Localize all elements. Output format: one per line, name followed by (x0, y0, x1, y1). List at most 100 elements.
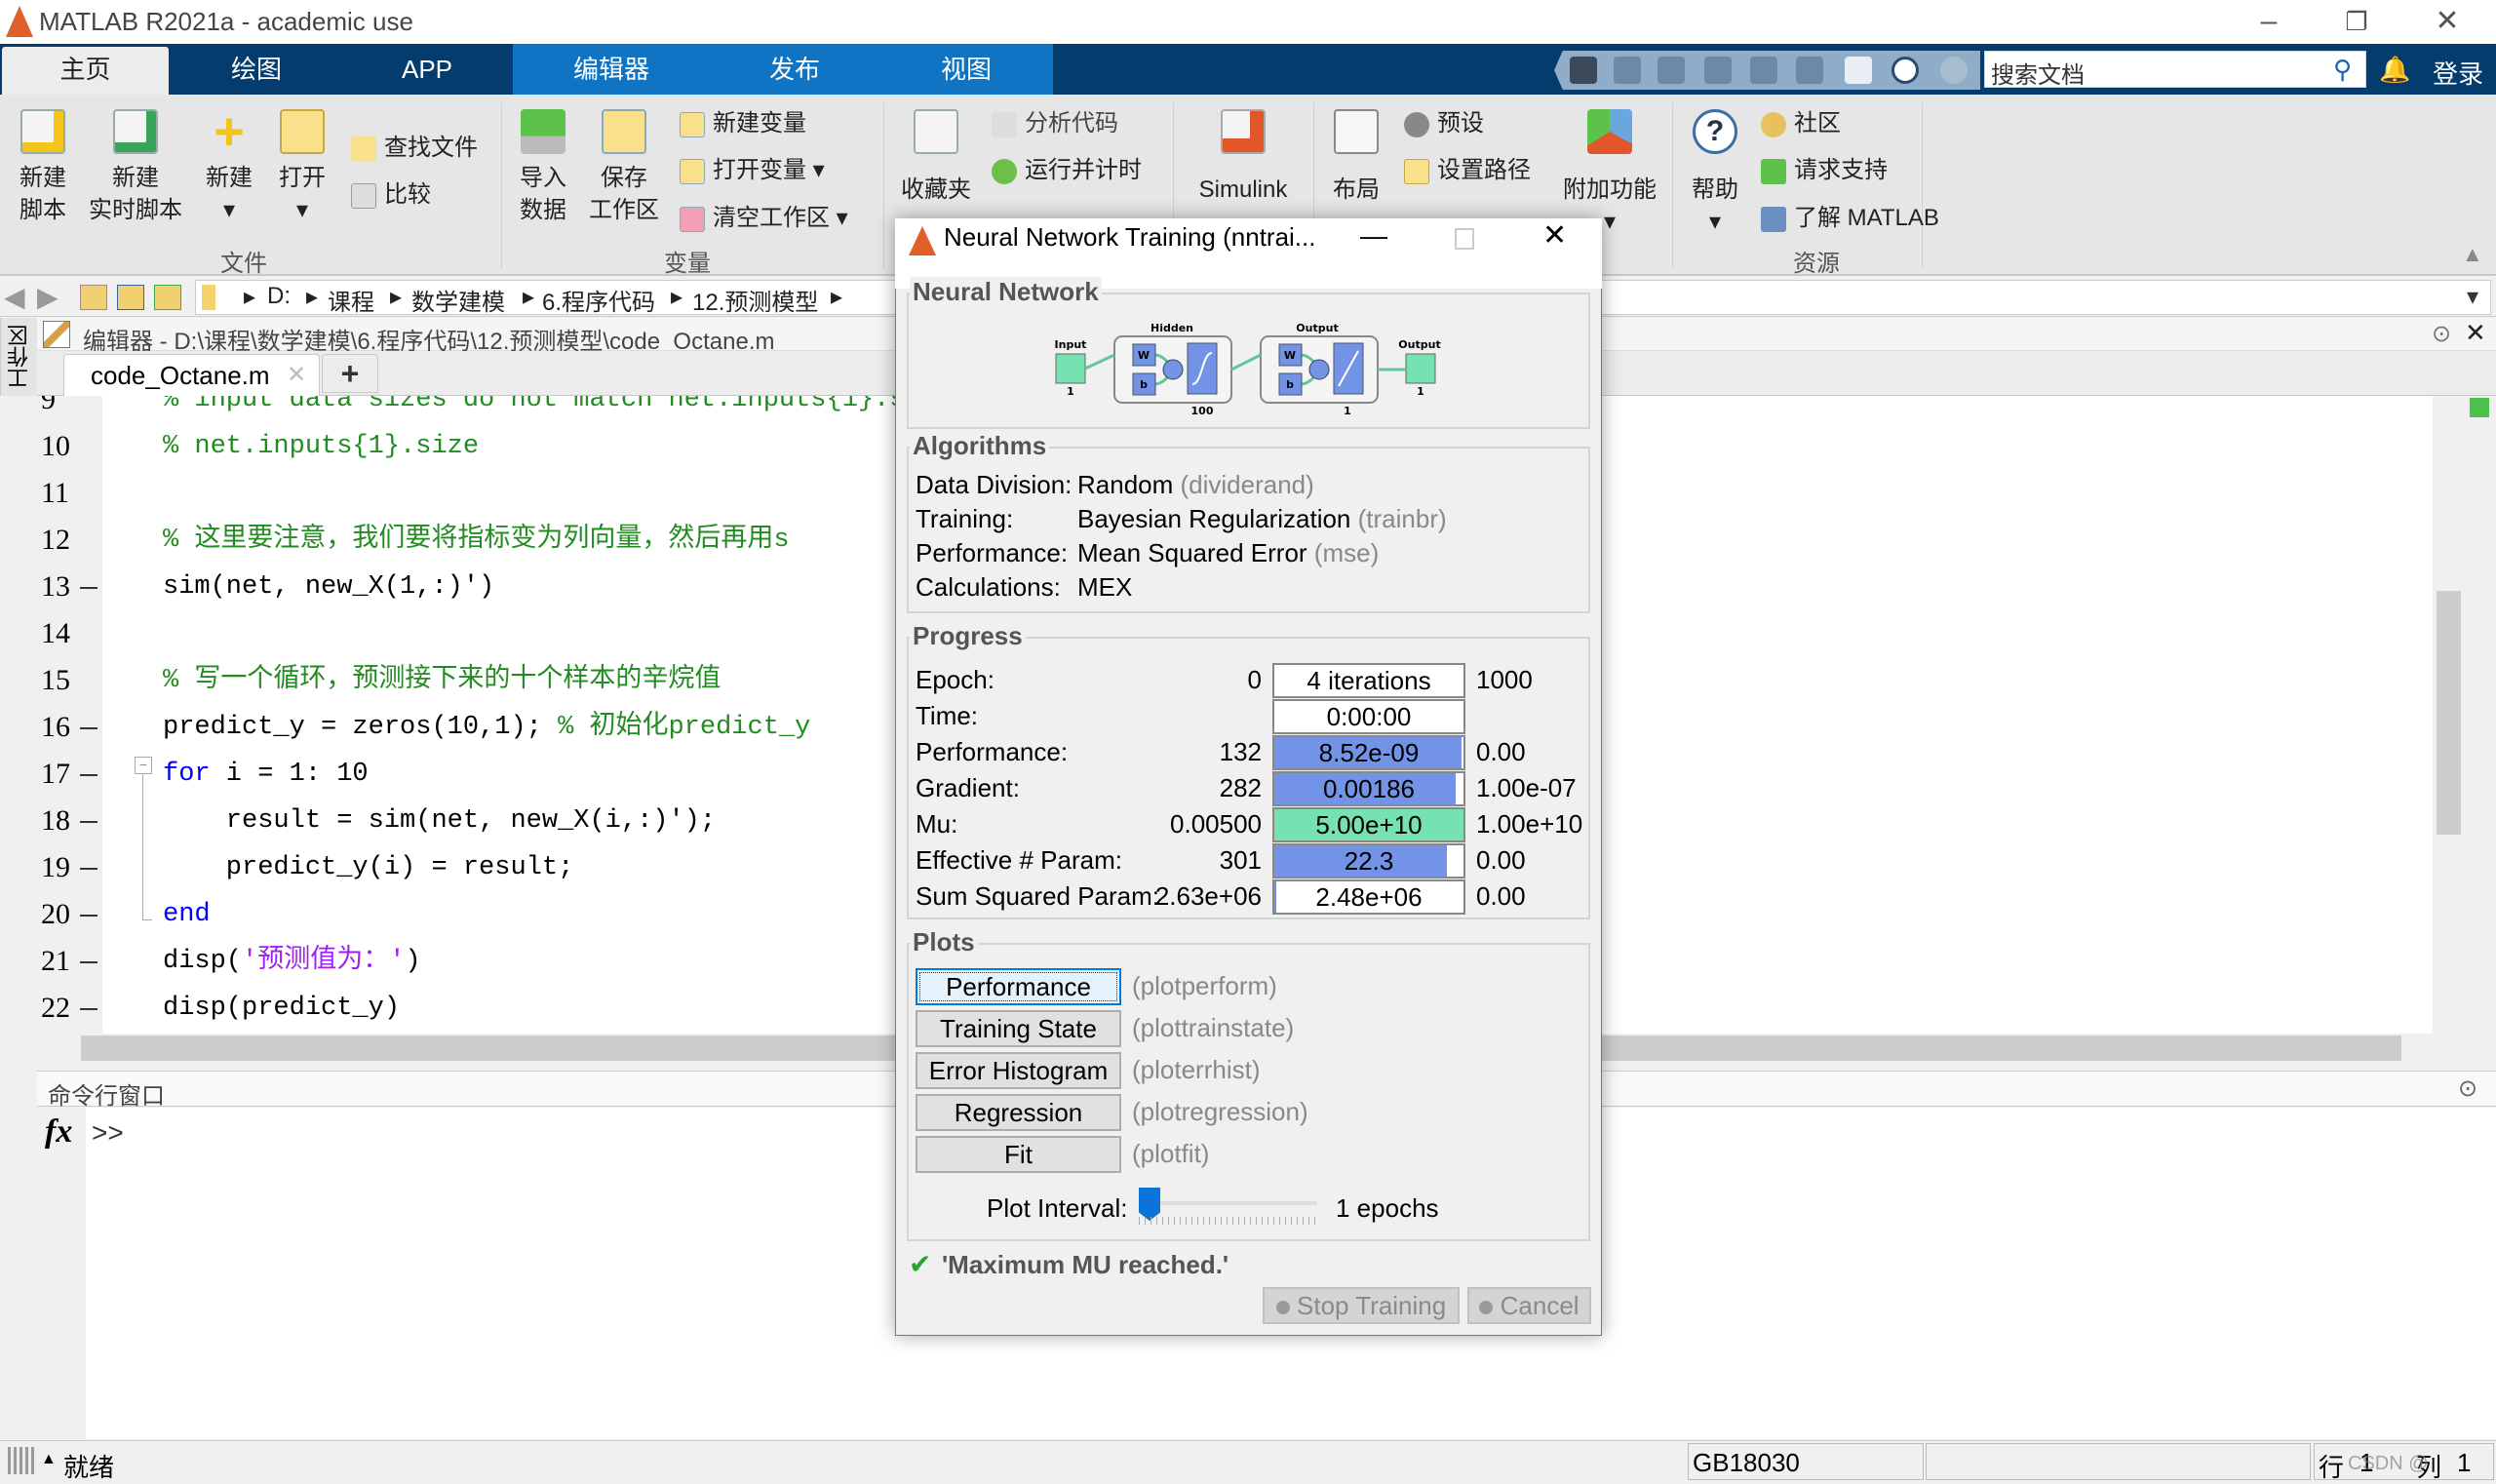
status-grip-icon[interactable] (8, 1447, 35, 1474)
algorithm-function[interactable]: (mse) (1314, 538, 1379, 567)
close-tab-icon[interactable]: ✕ (287, 361, 306, 389)
compare-button[interactable]: 比较 (351, 178, 431, 212)
help-button[interactable]: ? 帮助 ▾ (1666, 109, 1764, 238)
dialog-maximize-button[interactable] (1455, 228, 1474, 250)
tab-apps[interactable]: APP (359, 44, 495, 95)
plot-regression-button[interactable]: Regression (916, 1094, 1121, 1131)
executable-line-marker[interactable] (80, 961, 98, 963)
plot-performance-button[interactable]: Performance (916, 968, 1121, 1005)
simulink-button[interactable]: Simulink (1194, 109, 1292, 206)
code-line[interactable]: predict_y(i) = result; (163, 844, 573, 891)
fold-collapse-icon[interactable]: − (135, 757, 152, 774)
request-support-button[interactable]: 请求支持 (1761, 154, 1888, 187)
executable-line-marker[interactable] (80, 587, 98, 589)
maximize-button[interactable]: ❐ (2318, 2, 2396, 41)
plot-error-histogram-button[interactable]: Error Histogram (916, 1052, 1121, 1089)
vertical-scrollbar[interactable] (2433, 396, 2465, 1034)
code-analyzer-indicator[interactable] (2470, 398, 2489, 417)
run-and-time-button[interactable]: 运行并计时 (992, 154, 1142, 187)
dialog-minimize-button[interactable]: — (1360, 220, 1387, 252)
workspace-side-tab[interactable]: 工作区 (0, 318, 37, 396)
close-button[interactable]: ✕ (2408, 2, 2486, 41)
code-line[interactable]: sim(net, new_X(1,:)') (163, 564, 494, 610)
find-files-button[interactable]: 查找文件 (351, 132, 478, 165)
browse-folder-icon[interactable] (117, 285, 144, 310)
executable-line-marker[interactable] (80, 727, 98, 729)
code-line[interactable]: % 写一个循环，预测接下来的十个样本的辛烷值 (163, 657, 721, 704)
cut-icon[interactable] (1614, 57, 1641, 84)
executable-line-marker[interactable] (80, 774, 98, 776)
command-window-actions-icon[interactable]: ⊙ (2458, 1074, 2477, 1103)
breadcrumb-item[interactable]: 12.预测模型 (692, 283, 818, 317)
editor-actions-icon[interactable]: ⊙ (2432, 320, 2451, 348)
copy-icon[interactable] (1658, 57, 1685, 84)
open-button[interactable]: 打开 ▾ (254, 109, 351, 226)
function-browser-icon[interactable]: fx (45, 1113, 72, 1151)
cancel-button[interactable]: Cancel (1467, 1287, 1591, 1324)
breadcrumb-item[interactable]: 6.程序代码 (542, 283, 655, 317)
save-workspace-button[interactable]: 保存 工作区 (575, 109, 673, 226)
paste-icon[interactable] (1704, 57, 1732, 84)
redo-icon[interactable] (1796, 57, 1823, 84)
executable-line-marker[interactable] (80, 868, 98, 870)
minimize-button[interactable]: – (2230, 2, 2308, 41)
tab-plots[interactable]: 绘图 (188, 44, 325, 95)
new-tab-button[interactable]: + (322, 354, 378, 393)
back-arrow-icon[interactable]: ◀ (4, 281, 25, 313)
undo-icon[interactable] (1750, 57, 1777, 84)
up-folder-icon[interactable] (80, 285, 107, 310)
breadcrumb-item[interactable]: D: (267, 283, 291, 310)
plot-interval-slider[interactable] (1139, 1188, 1317, 1225)
breadcrumb-item[interactable]: 课程 (328, 283, 374, 317)
tab-home[interactable]: 主页 (2, 47, 169, 95)
new-script-button[interactable]: 新建 脚本 (0, 109, 92, 226)
save-icon[interactable] (1570, 57, 1597, 84)
code-line[interactable]: end (163, 891, 211, 938)
help-icon[interactable] (1892, 57, 1919, 84)
executable-line-marker[interactable] (80, 915, 98, 917)
learn-matlab-button[interactable]: 了解 MATLAB (1761, 202, 1939, 235)
dialog-close-button[interactable]: ✕ (1542, 218, 1567, 253)
set-path-button[interactable]: 设置路径 (1404, 154, 1531, 187)
close-editor-icon[interactable]: ✕ (2465, 318, 2486, 348)
tab-publish[interactable]: 发布 (726, 44, 863, 95)
code-line[interactable]: % input data sizes do not match net.inpu… (163, 396, 906, 423)
new-variable-button[interactable]: 新建变量 (680, 107, 806, 140)
plot-fit-button[interactable]: Fit (916, 1136, 1121, 1173)
code-line[interactable]: for i = 1: 10 (163, 751, 369, 798)
tab-view[interactable]: 视图 (898, 44, 1034, 95)
open-variable-button[interactable]: 打开变量 ▾ (680, 154, 825, 187)
new-live-script-button[interactable]: 新建 实时脚本 (87, 109, 184, 226)
executable-line-marker[interactable] (80, 1008, 98, 1010)
search-documentation-input[interactable]: 搜索文档 (1984, 51, 2366, 89)
analyze-code-button[interactable]: 分析代码 (992, 107, 1118, 140)
executable-line-marker[interactable] (80, 821, 98, 823)
search-icon[interactable]: ⚲ (2333, 55, 2352, 85)
clear-workspace-button[interactable]: 清空工作区 ▾ (680, 202, 848, 235)
stop-training-button[interactable]: Stop Training (1263, 1287, 1460, 1324)
tab-editor[interactable]: 编辑器 (543, 44, 680, 95)
expand-up-icon[interactable]: ▲ (41, 1451, 57, 1468)
code-line[interactable]: result = sim(net, new_X(i,:)'); (163, 798, 716, 844)
code-line[interactable]: predict_y = zeros(10,1); % 初始化predict_y (163, 704, 810, 751)
refresh-folder-icon[interactable] (154, 285, 181, 310)
code-line[interactable]: disp(predict_y) (163, 985, 400, 1032)
customize-chevron-icon[interactable] (1940, 57, 1968, 84)
algorithm-function[interactable]: (trainbr) (1358, 504, 1447, 533)
code-line[interactable]: % 这里要注意，我们要将指标变为列向量，然后再用s (163, 517, 790, 564)
code-line[interactable]: % net.inputs{1}.size (163, 423, 479, 470)
code-line[interactable]: disp('预测值为：') (163, 938, 421, 985)
scrollbar-thumb[interactable] (2437, 591, 2461, 835)
preferences-button[interactable]: 预设 (1404, 107, 1484, 140)
file-tab-code-octane[interactable]: code_Octane.m ✕ (63, 354, 320, 396)
path-dropdown-icon[interactable]: ▾ (2467, 283, 2478, 311)
collapse-ribbon-icon[interactable]: ▲ (2462, 242, 2483, 267)
favorites-button[interactable]: 收藏夹 (887, 109, 985, 206)
community-button[interactable]: 社区 (1761, 107, 1841, 140)
plot-training-state-button[interactable]: Training State (916, 1010, 1121, 1047)
switch-windows-icon[interactable] (1845, 57, 1872, 84)
layout-button[interactable]: 布局 (1307, 109, 1405, 206)
algorithm-function[interactable]: (dividerand) (1181, 470, 1314, 499)
login-link[interactable]: 登录 (2433, 55, 2483, 91)
notification-bell-icon[interactable]: 🔔 (2379, 55, 2410, 85)
